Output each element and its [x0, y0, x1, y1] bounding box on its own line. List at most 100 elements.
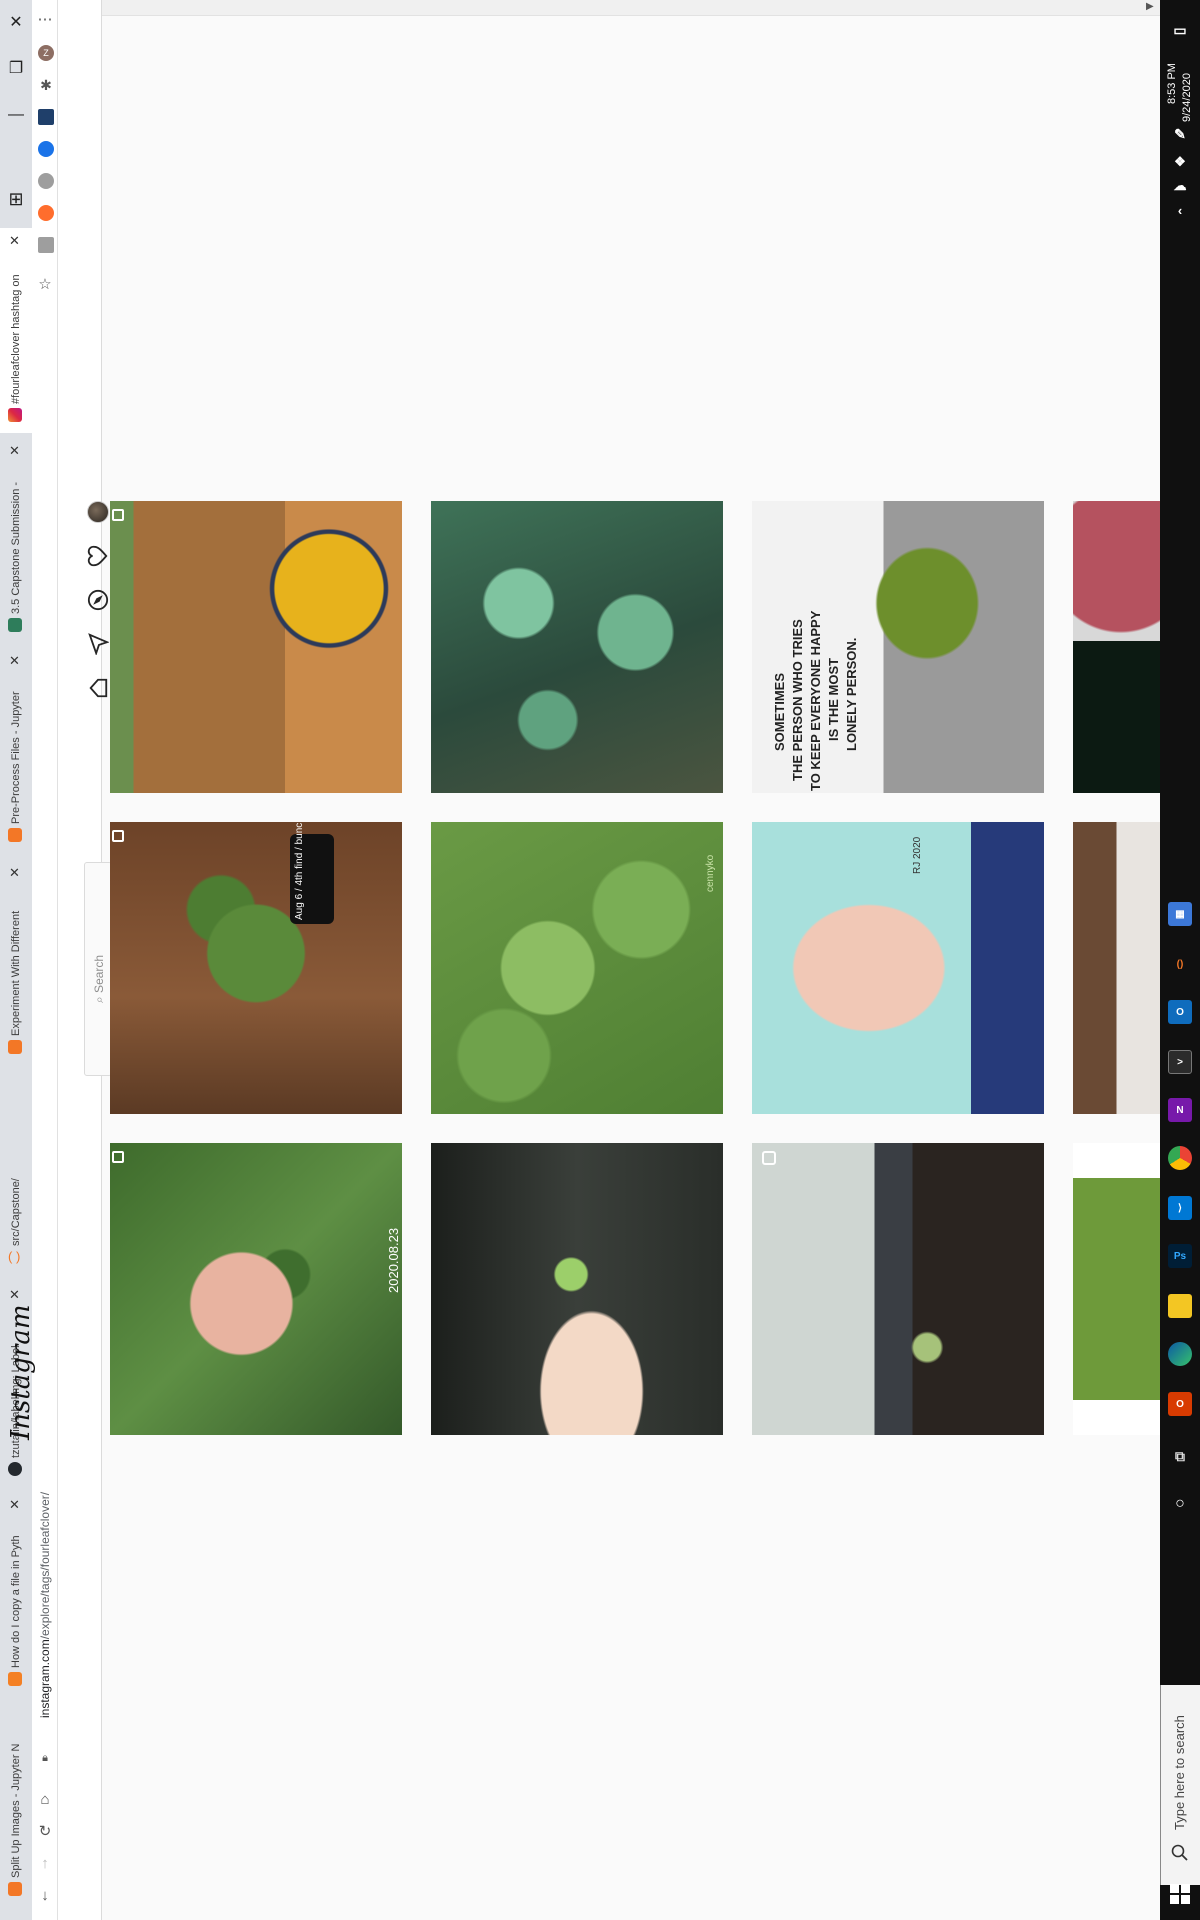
scroll-right-icon[interactable]: ▶: [1146, 1, 1154, 12]
extension-orange-icon[interactable]: [38, 205, 54, 221]
close-icon[interactable]: ✕: [9, 234, 20, 248]
post-thumbnail[interactable]: [110, 501, 402, 793]
close-icon[interactable]: ✕: [9, 866, 20, 880]
camera-icon: [762, 1151, 776, 1165]
post-thumbnail[interactable]: [752, 1143, 1044, 1435]
onedrive-icon[interactable]: ☁: [1168, 174, 1192, 198]
extension-chart-icon[interactable]: [38, 109, 54, 125]
calculator-icon[interactable]: ▦: [1168, 902, 1192, 926]
tab-title: 3.5 Capstone Submission -: [10, 481, 22, 614]
post-thumbnail[interactable]: [431, 1143, 723, 1435]
profile-avatar[interactable]: Z: [38, 45, 54, 61]
multi-photo-icon: [112, 509, 124, 521]
artist-signature: RJ 2020: [912, 836, 923, 874]
outlook-icon[interactable]: O: [1168, 1000, 1192, 1024]
tab-experiment[interactable]: ✕ Experiment With Different: [0, 860, 32, 1065]
edge-icon[interactable]: [1168, 1342, 1192, 1366]
tab-title: Experiment With Different: [10, 910, 22, 1036]
post-thumbnail[interactable]: cennyko: [431, 822, 723, 1114]
post-thumbnail[interactable]: [1073, 1143, 1160, 1435]
menu-icon[interactable]: ⋯: [35, 10, 55, 30]
tab-src-capstone[interactable]: src/Capstone/ ( ): [0, 1070, 32, 1270]
tab-title: How do I copy a file in Pyth: [10, 1535, 22, 1668]
post-thumbnail[interactable]: Aug 6 / 4th find / bunch of 6: [110, 822, 402, 1114]
forward-icon[interactable]: ↑: [35, 1854, 55, 1874]
stackoverflow-favicon-icon: [8, 1672, 22, 1686]
jupyter-favicon-icon: [8, 828, 22, 842]
taskbar: ▭ ✎ ❖ ☁ ‹ ▦ () O > N ⟩ Ps O ⧉ ○: [1160, 0, 1200, 1920]
task-view-icon[interactable]: ⧉: [1168, 1444, 1192, 1468]
tab-copy-file-python[interactable]: ✕ How do I copy a file in Pyth: [0, 1492, 32, 1697]
profile-avatar[interactable]: [87, 501, 109, 523]
windows-start-icon[interactable]: [1170, 1884, 1190, 1904]
close-icon[interactable]: ✕: [9, 1288, 20, 1302]
activity-icon[interactable]: [85, 543, 111, 569]
tab-title: Pre-Process Files - Jupyter: [10, 691, 22, 824]
brackets-icon[interactable]: (): [1168, 952, 1192, 976]
close-icon[interactable]: ✕: [9, 444, 20, 458]
close-icon[interactable]: ✕: [9, 1498, 20, 1512]
home-icon[interactable]: [85, 675, 111, 701]
chrome-icon[interactable]: [1168, 1146, 1192, 1170]
tab-preprocess-files[interactable]: ✕ Pre-Process Files - Jupyter: [0, 648, 32, 853]
tab-title: src/Capstone/: [10, 1178, 22, 1246]
close-icon[interactable]: ✕: [9, 654, 20, 668]
extension-blue-icon[interactable]: [38, 141, 54, 157]
address-bar[interactable]: instagram.com/explore/tags/fourleafclove…: [38, 1492, 52, 1718]
post-thumbnail[interactable]: 2020.08.23: [110, 1143, 402, 1435]
extension-gray-icon[interactable]: [38, 173, 54, 189]
vscode-icon[interactable]: ⟩: [1168, 1196, 1192, 1220]
post-thumbnail[interactable]: SOMETIMES THE PERSON WHO TRIES TO KEEP E…: [752, 501, 1044, 793]
home-browser-icon[interactable]: ⌂: [35, 1790, 55, 1810]
pen-icon[interactable]: ✎: [1168, 122, 1192, 146]
watermark: cennyko: [705, 854, 716, 892]
multi-photo-icon: [112, 1151, 124, 1163]
reload-icon[interactable]: ↻: [35, 1822, 55, 1842]
post-thumbnail[interactable]: RJ 2020: [752, 822, 1044, 1114]
onenote-icon[interactable]: N: [1168, 1098, 1192, 1122]
instagram-favicon-icon: [8, 408, 22, 422]
quote-text: SOMETIMES THE PERSON WHO TRIES TO KEEP E…: [772, 610, 859, 791]
caption-note: Aug 6 / 4th find / bunch of 6: [290, 822, 334, 924]
file-explorer-icon[interactable]: [1168, 1294, 1192, 1318]
office-icon[interactable]: O: [1168, 1392, 1192, 1416]
tab-instagram-fourleafclover[interactable]: ✕ #fourleafclover hashtag on: [0, 228, 32, 433]
post-thumbnail[interactable]: [1073, 501, 1160, 793]
tab-split-up-images[interactable]: Split Up Images - Jupyter N: [0, 1702, 32, 1907]
window-minimize-button[interactable]: —: [4, 104, 28, 126]
post-thumbnail[interactable]: [431, 501, 723, 793]
clock-time[interactable]: 8:53 PM: [1166, 63, 1178, 104]
explore-icon[interactable]: [85, 587, 111, 613]
search-input[interactable]: ⌕ Search: [84, 862, 112, 1076]
dropbox-icon[interactable]: ❖: [1168, 150, 1192, 174]
lock-icon: 🔒︎: [42, 1752, 48, 1764]
tab-title: Split Up Images - Jupyter N: [10, 1743, 22, 1879]
browser-toolbar: ⋯ Z ✱ ☆ instagram.com/explore/tags/fourl…: [32, 0, 58, 1920]
browser-tab-strip: ✕ ❐ — ⊞ ✕ #fourleafclover hashtag on ✕ 3…: [0, 0, 32, 1920]
bookmark-star-icon[interactable]: ☆: [35, 275, 55, 295]
cortana-icon[interactable]: ○: [1168, 1492, 1192, 1516]
jupyter-favicon-icon: [8, 1040, 22, 1054]
window-close-button[interactable]: ✕: [4, 12, 28, 34]
terminal-icon[interactable]: >: [1168, 1050, 1192, 1074]
window-restore-button[interactable]: ❐: [4, 58, 28, 80]
instagram-logo[interactable]: Instagram: [6, 1304, 36, 1440]
photoshop-icon[interactable]: Ps: [1168, 1244, 1192, 1268]
taskbar-search-placeholder: Type here to search: [1172, 1715, 1187, 1830]
notifications-icon[interactable]: ▭: [1168, 18, 1192, 42]
date-stamp: 2020.08.23: [386, 1227, 401, 1293]
horizontal-scrollbar[interactable]: ◀ ▶: [58, 0, 1191, 16]
chevron-up-icon[interactable]: ‹: [1168, 198, 1192, 222]
tab-capstone-submission[interactable]: ✕ 3.5 Capstone Submission -: [0, 438, 32, 643]
multi-photo-icon: [112, 830, 124, 842]
tab-search-icon[interactable]: ⊞: [4, 188, 28, 210]
extension-g-icon[interactable]: [38, 237, 54, 253]
back-icon[interactable]: ↓: [35, 1886, 55, 1906]
brackets-favicon-icon: ( ): [8, 1249, 21, 1264]
search-placeholder: ⌕ Search: [92, 954, 106, 1003]
capstone-favicon-icon: [8, 618, 22, 632]
direct-icon[interactable]: [85, 631, 111, 657]
post-thumbnail[interactable]: [1073, 822, 1160, 1114]
extensions-icon[interactable]: ✱: [38, 77, 54, 93]
clock-date[interactable]: 9/24/2020: [1181, 73, 1193, 122]
